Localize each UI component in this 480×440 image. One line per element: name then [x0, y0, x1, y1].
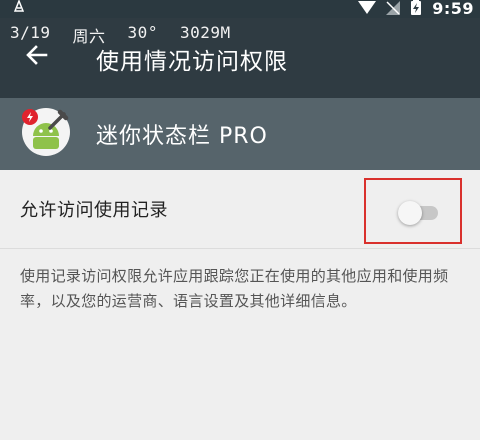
status-bar: 9:59: [0, 0, 480, 18]
usage-access-label: 允许访问使用记录: [20, 200, 168, 221]
toggle-thumb[interactable]: [398, 201, 422, 225]
divider: [0, 248, 480, 249]
back-button[interactable]: [20, 38, 54, 72]
wifi-icon: [358, 0, 377, 19]
usage-access-setting-row[interactable]: 允许访问使用记录: [0, 170, 480, 248]
toggle-highlight-box: [364, 178, 462, 244]
notification-icon: [13, 0, 25, 16]
status-icons: 9:59: [358, 0, 474, 18]
toolbar: 3/19 周六 30° 3029M 使用情况访问权限: [0, 18, 480, 98]
arrow-back-icon: [26, 45, 48, 65]
screen: 9:59 3/19 周六 30° 3029M 使用情况访问权限 迷你状态栏 PR…: [0, 0, 480, 440]
android-robot-icon: [20, 106, 72, 158]
permission-description: 使用记录访问权限允许应用跟踪您正在使用的其他应用和使用频率，以及您的运营商、语言…: [20, 267, 449, 310]
battery-icon: [410, 0, 422, 19]
app-header: 迷你状态栏 PRO: [0, 98, 480, 170]
no-sim-icon: [386, 0, 401, 19]
clock-time: 9:59: [432, 0, 474, 18]
page-title: 使用情况访问权限: [96, 49, 288, 75]
app-name: 迷你状态栏 PRO: [96, 124, 268, 149]
